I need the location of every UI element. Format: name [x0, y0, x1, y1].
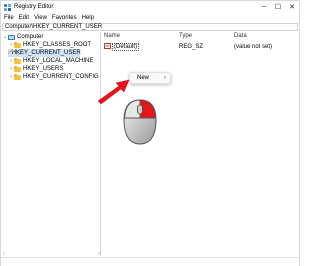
tree-item-label: HKEY_CLASSES_ROOT	[23, 42, 92, 48]
tree-item-label: HKEY_CURRENT_CONFIG	[23, 74, 99, 80]
tree-item-hkey-current-user[interactable]: › HKEY_CURRENT_USER	[8, 49, 81, 57]
menu-view[interactable]: View	[34, 15, 47, 21]
address-bar[interactable]: Computer\HKEY_CURRENT_USER	[2, 23, 298, 31]
window-title: Registry Editor	[14, 4, 54, 10]
context-menu-item-new[interactable]: New ›	[130, 73, 170, 83]
column-header-data[interactable]: Data	[234, 33, 247, 39]
minimize-button[interactable]: ─	[257, 1, 271, 13]
title-bar: Registry Editor ─ ☐ ✕	[1, 1, 299, 13]
context-menu-label: New	[137, 75, 150, 81]
value-data: (value not set)	[234, 44, 273, 50]
value-name: (Default)	[112, 43, 140, 51]
menu-help[interactable]: Help	[82, 15, 94, 21]
folder-icon	[14, 65, 21, 72]
column-header-name[interactable]: Name	[104, 33, 120, 39]
tree-item-label: HKEY_LOCAL_MACHINE	[23, 58, 94, 64]
registry-app-icon	[4, 3, 11, 11]
tree-item-computer[interactable]: ⌄ Computer	[2, 33, 43, 41]
list-item[interactable]: ab (Default) REG_SZ (value not set)	[102, 43, 299, 51]
folder-icon	[14, 57, 21, 64]
menu-file[interactable]: File	[4, 15, 14, 21]
tree-item-label: HKEY_CURRENT_USER	[11, 50, 81, 56]
tree-item-label: HKEY_USERS	[23, 66, 64, 72]
column-header-type[interactable]: Type	[179, 33, 192, 39]
folder-icon	[14, 41, 21, 48]
close-button[interactable]: ✕	[285, 1, 299, 13]
tree-item-hkey-classes-root[interactable]: › HKEY_CLASSES_ROOT	[8, 41, 91, 49]
tree-item-hkey-local-machine[interactable]: › HKEY_LOCAL_MACHINE	[8, 57, 93, 65]
tree-horizontal-scrollbar[interactable]: ‹ ›	[2, 251, 101, 257]
menu-bar: File Edit View Favorites Help	[1, 13, 299, 23]
tree-item-hkey-users[interactable]: › HKEY_USERS	[8, 65, 63, 73]
maximize-button[interactable]: ☐	[271, 1, 285, 13]
address-path: Computer\HKEY_CURRENT_USER	[5, 24, 103, 30]
status-bar	[1, 257, 299, 266]
menu-edit[interactable]: Edit	[19, 15, 29, 21]
registry-editor-window: Registry Editor ─ ☐ ✕ File Edit View Fav…	[0, 0, 300, 266]
chevron-right-icon: ›	[164, 75, 166, 81]
mouse-right-click-icon	[123, 99, 157, 145]
menu-favorites[interactable]: Favorites	[52, 15, 77, 21]
string-value-icon: ab	[104, 43, 111, 50]
context-menu: New ›	[129, 72, 171, 84]
tree-item-label: Computer	[17, 34, 44, 40]
tree-item-hkey-current-config[interactable]: › HKEY_CURRENT_CONFIG	[8, 73, 99, 81]
registry-tree: ⌄ Computer › HKEY_CLASSES_ROOT › HKEY_CU…	[2, 32, 101, 256]
value-type: REG_SZ	[179, 44, 204, 50]
computer-icon	[8, 34, 15, 40]
folder-icon	[14, 73, 21, 80]
